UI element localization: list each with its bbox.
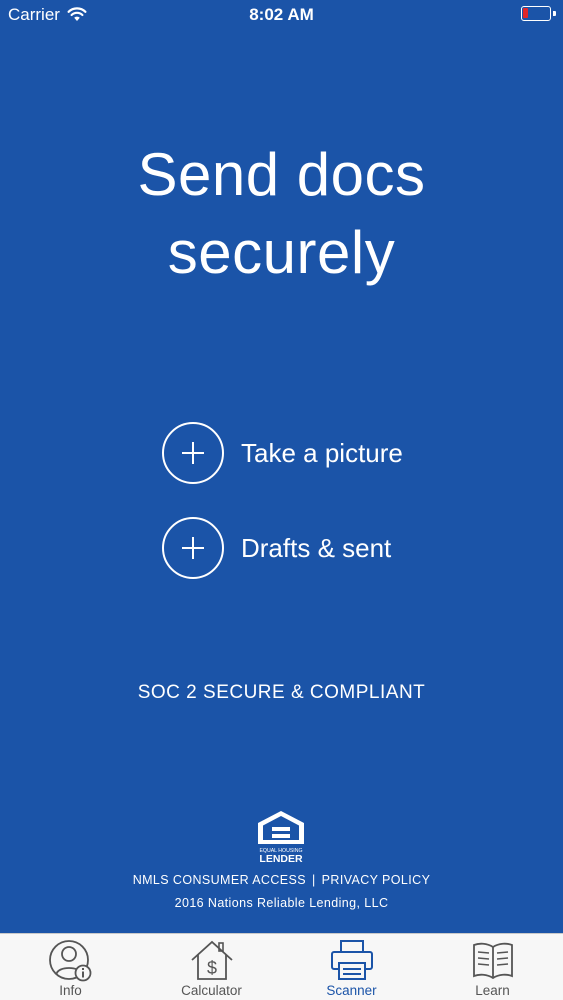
title-line-2: securely [167, 219, 396, 286]
battery-level [523, 8, 528, 18]
tab-calculator[interactable]: $ Calculator [141, 934, 282, 1000]
take-picture-button[interactable]: Take a picture [162, 421, 462, 485]
battery-tip [553, 11, 556, 16]
tab-scanner[interactable]: Scanner [281, 934, 422, 1000]
status-bar: Carrier 8:02 AM [0, 0, 563, 30]
link-separator: | [312, 873, 316, 887]
svg-text:$: $ [206, 958, 216, 978]
clock: 8:02 AM [249, 5, 314, 24]
battery-icon [521, 6, 551, 21]
plus-circle-icon [162, 422, 224, 484]
compliance-text: SOC 2 SECURE & COMPLIANT [137, 682, 426, 703]
tab-learn[interactable]: Learn [422, 934, 563, 1000]
equal-housing-lender-logo: EQUAL HOUSING LENDER [258, 811, 304, 865]
tab-info[interactable]: Info [0, 934, 141, 1000]
tab-info-label: Info [59, 983, 82, 998]
scanner-icon [330, 940, 373, 980]
title-line-1: Send docs [137, 141, 426, 208]
drafts-sent-button[interactable]: Drafts & sent [162, 516, 462, 580]
book-icon [472, 942, 513, 980]
privacy-policy-link[interactable]: PRIVACY POLICY [322, 873, 431, 887]
scanner-screen: Carrier 8:02 AM Send docs securely Take … [0, 0, 563, 1000]
plus-circle-icon [162, 517, 224, 579]
tab-learn-label: Learn [475, 983, 510, 998]
nmls-consumer-access-link[interactable]: NMLS CONSUMER ACCESS [133, 873, 306, 887]
logo-line-2: LENDER [259, 853, 303, 865]
house-dollar-icon: $ [190, 940, 233, 980]
page-title: Send docs securely [0, 136, 563, 292]
take-picture-label: Take a picture [241, 437, 403, 468]
drafts-sent-label: Drafts & sent [241, 532, 392, 563]
footer-links: NMLS CONSUMER ACCESS | PRIVACY POLICY [0, 873, 563, 887]
tab-calculator-label: Calculator [181, 983, 242, 998]
tab-scanner-label: Scanner [326, 983, 377, 998]
user-info-icon [48, 940, 91, 982]
tab-bar: Info $ Calculator Scanner Learn [0, 933, 563, 1000]
copyright-text: 2016 Nations Reliable Lending, LLC [174, 896, 389, 910]
